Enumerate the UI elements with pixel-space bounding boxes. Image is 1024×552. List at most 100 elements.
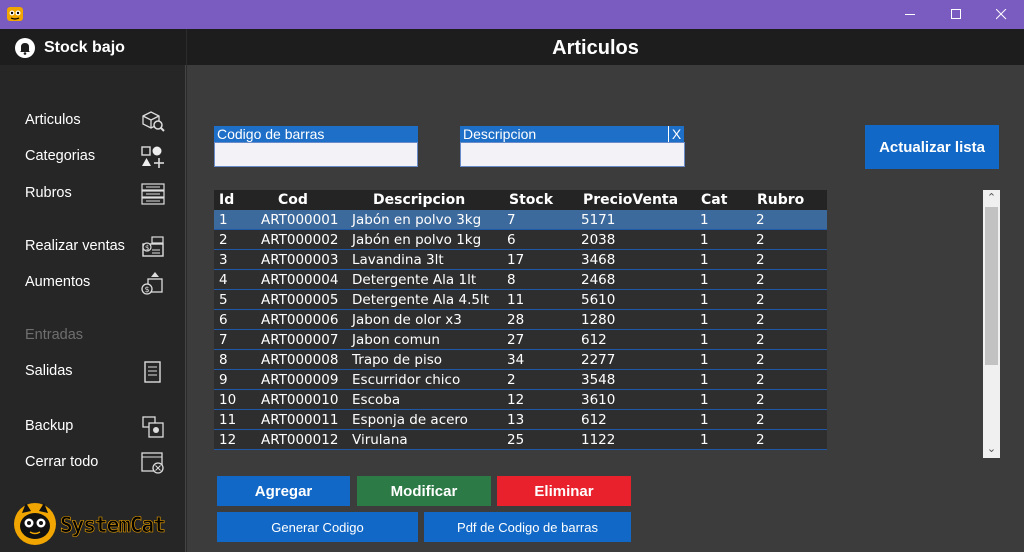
table-cell: 25 (507, 432, 525, 448)
column-header[interactable]: Id (219, 192, 234, 208)
table-cell: ART000002 (261, 232, 339, 248)
table-cell: 5 (219, 292, 228, 308)
low-stock-header[interactable]: Stock bajo (0, 29, 186, 65)
sidebar-item-categorias[interactable]: Categorias (0, 142, 186, 172)
sidebar-item-aumentos[interactable]: Aumentos $ (0, 268, 186, 298)
scrollbar-thumb[interactable] (985, 207, 998, 365)
scroll-down-arrow[interactable]: ⌄ (983, 441, 1000, 458)
table-row[interactable]: 3 ART000003 Lavandina 3lt 17 3468 1 2 (214, 250, 827, 270)
column-header[interactable]: Rubro (757, 192, 804, 208)
sidebar-item-salidas[interactable]: Salidas (0, 357, 186, 387)
table-cell: 4 (219, 272, 228, 288)
table-cell: 2 (756, 272, 765, 288)
scroll-up-arrow[interactable]: ⌃ (983, 190, 1000, 207)
window-titlebar (0, 0, 1024, 29)
close-button[interactable] (978, 0, 1024, 29)
table-cell: 2 (756, 392, 765, 408)
table-row[interactable]: 10 ART000010 Escoba 12 3610 1 2 (214, 390, 827, 410)
sidebar-item-realizar-ventas[interactable]: Realizar ventas $ (0, 232, 186, 262)
delete-button[interactable]: Eliminar (497, 476, 631, 506)
sidebar-item-label: Salidas (25, 363, 73, 379)
table-cell: 1 (700, 212, 709, 228)
add-button[interactable]: Agregar (217, 476, 350, 506)
table-row[interactable]: 5 ART000005 Detergente Ala 4.5lt 11 5610 1 2 (214, 290, 827, 310)
table-cell: 1 (700, 272, 709, 288)
table-row[interactable]: 1 ART000001 Jabón en polvo 3kg 7 5171 1 2 (214, 210, 827, 230)
refresh-list-button[interactable]: Actualizar lista (865, 125, 999, 169)
sidebar-item-label: Realizar ventas (25, 238, 125, 254)
table-row[interactable]: 12 ART000012 Virulana 25 1122 1 2 (214, 430, 827, 450)
table-cell: 2 (219, 232, 228, 248)
table-cell: 2 (756, 232, 765, 248)
maximize-button[interactable] (933, 0, 979, 29)
table-row[interactable]: 11 ART000011 Esponja de acero 13 612 1 2 (214, 410, 827, 430)
svg-text:$: $ (145, 244, 149, 252)
table-cell: 7 (219, 332, 228, 348)
generate-code-button[interactable]: Generar Codigo (217, 512, 418, 542)
sidebar-item-label: Aumentos (25, 274, 91, 290)
sidebar-item-cerrar-todo[interactable]: Cerrar todo (0, 448, 186, 478)
description-input[interactable] (460, 142, 685, 167)
table-cell: 13 (507, 412, 525, 428)
table-cell: 1 (700, 332, 709, 348)
column-header[interactable]: Cat (701, 192, 727, 208)
table-cell: 3 (219, 252, 228, 268)
main-header: Articulos (187, 29, 1024, 65)
minimize-button[interactable] (887, 0, 933, 29)
main-panel: Articulos Codigo de barras Descripcion X… (187, 29, 1024, 552)
table-cell: 11 (507, 292, 525, 308)
table-cell: 2 (756, 432, 765, 448)
table-cell: 1280 (581, 312, 616, 328)
sidebar-item-label: Articulos (25, 112, 81, 128)
table-cell: Detergente Ala 4.5lt (352, 292, 489, 308)
column-header[interactable]: Stock (509, 192, 553, 208)
table-cell: Jabón en polvo 1kg (352, 232, 482, 248)
barcode-label: Codigo de barras (214, 126, 418, 142)
table-cell: 2 (756, 212, 765, 228)
bell-icon (15, 38, 35, 58)
column-header[interactable]: Descripcion (373, 192, 465, 208)
cat-logo-icon (14, 503, 56, 545)
table-cell: ART000005 (261, 292, 339, 308)
cat-app-icon (7, 7, 23, 21)
sidebar-item-backup[interactable]: Backup (0, 412, 186, 442)
table-cell: Escurridor chico (352, 372, 461, 388)
sidebar-item-articulos[interactable]: Articulos (0, 106, 186, 136)
table-row[interactable]: 8 ART000008 Trapo de piso 34 2277 1 2 (214, 350, 827, 370)
column-header[interactable]: Cod (278, 192, 308, 208)
table-row[interactable]: 7 ART000007 Jabon comun 27 612 1 2 (214, 330, 827, 350)
table-cell: Jabon comun (352, 332, 440, 348)
table-cell: Jabón en polvo 3kg (352, 212, 482, 228)
table-cell: 28 (507, 312, 525, 328)
column-header[interactable]: PrecioVenta (583, 192, 678, 208)
systemcat-logo: SystemCat (12, 499, 182, 549)
articles-table: Id Cod Descripcion Stock PrecioVenta Cat… (214, 190, 1000, 458)
table-row[interactable]: 6 ART000006 Jabon de olor x3 28 1280 1 2 (214, 310, 827, 330)
table-row[interactable]: 4 ART000004 Detergente Ala 1lt 8 2468 1 2 (214, 270, 827, 290)
box-search-icon (142, 111, 165, 132)
table-scrollbar[interactable]: ⌃ ⌄ (983, 190, 1000, 458)
close-window-icon (141, 452, 164, 474)
table-cell: 1 (700, 232, 709, 248)
table-cell: 1 (700, 252, 709, 268)
table-cell: 1 (219, 212, 228, 228)
table-cell: ART000012 (261, 432, 339, 448)
list-icon (141, 183, 165, 205)
barcode-pdf-button[interactable]: Pdf de Codigo de barras (424, 512, 631, 542)
barcode-input[interactable] (214, 142, 418, 167)
backup-icon (142, 416, 164, 438)
table-cell: ART000006 (261, 312, 339, 328)
sidebar-item-label: Backup (25, 418, 74, 434)
sidebar-item-label: Cerrar todo (25, 454, 99, 470)
clear-description-button[interactable]: X (668, 126, 684, 142)
table-row[interactable]: 9 ART000009 Escurridor chico 2 3548 1 2 (214, 370, 827, 390)
price-up-icon: $ (141, 272, 163, 295)
edit-button[interactable]: Modificar (357, 476, 491, 506)
table-cell: 10 (219, 392, 237, 408)
document-icon (144, 361, 161, 383)
content-area: Codigo de barras Descripcion X Actualiza… (187, 65, 1024, 552)
table-cell: Virulana (352, 432, 408, 448)
sidebar-item-rubros[interactable]: Rubros (0, 179, 186, 209)
table-cell: 9 (219, 372, 228, 388)
table-row[interactable]: 2 ART000002 Jabón en polvo 1kg 6 2038 1 2 (214, 230, 827, 250)
